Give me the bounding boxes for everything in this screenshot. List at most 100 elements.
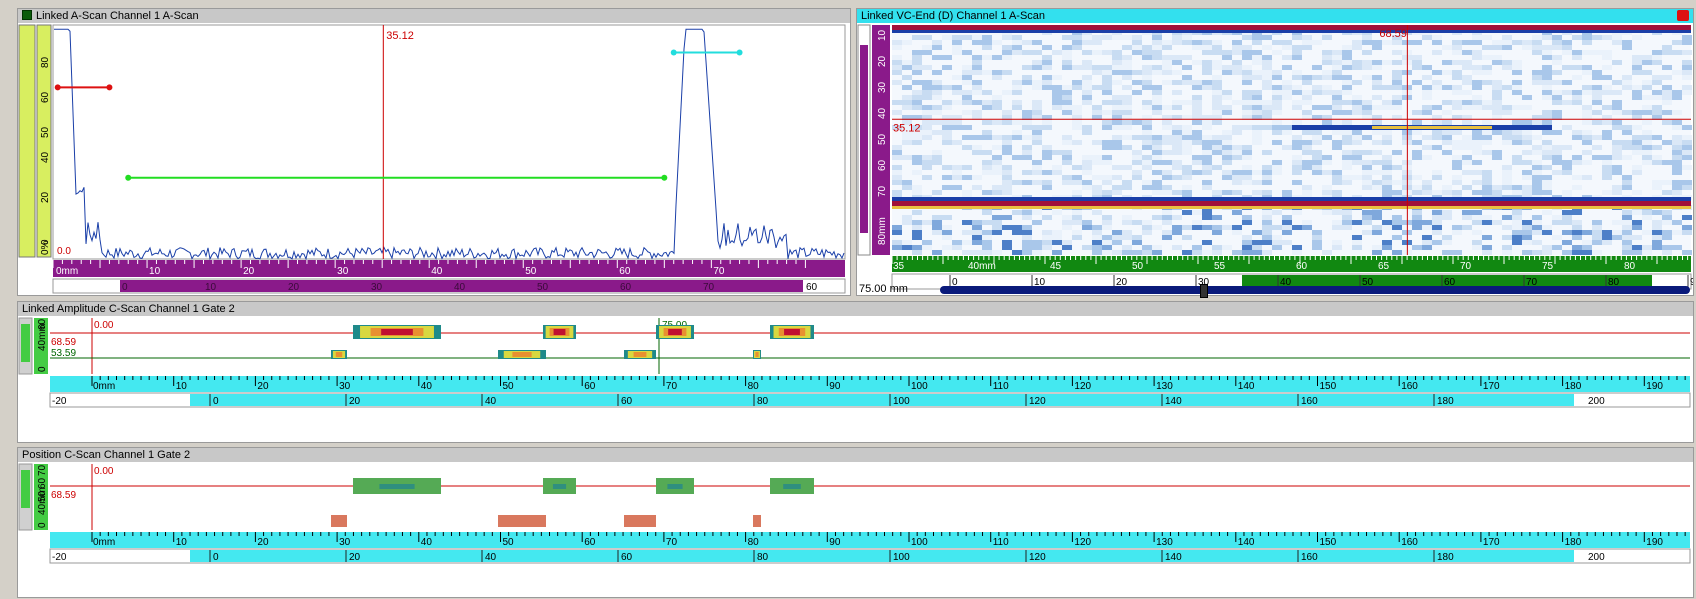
vcend-pixel <box>1602 160 1612 165</box>
gate-green-end-handle[interactable] <box>661 174 668 181</box>
indication-peak <box>784 329 800 335</box>
vcend-pixel <box>1642 155 1652 160</box>
gate-red-end-handle[interactable] <box>106 84 113 91</box>
vcend-pixel <box>1142 130 1152 135</box>
vcend-pixel <box>1332 220 1342 225</box>
vcend-pixel <box>1462 60 1472 65</box>
vcend-pixel <box>1332 175 1342 180</box>
pos-cscan-panel[interactable]: Position C-Scan Channel 1 Gate 2 70 60 50 4… <box>17 447 1694 598</box>
cscan-ruler-tick-label: 40 <box>421 381 433 392</box>
close-icon[interactable] <box>1677 10 1689 21</box>
vcend-pixel <box>1202 165 1212 170</box>
ascan-panel[interactable]: Linked A-Scan Channel 1 A-Scan 80 60 50 40 2… <box>17 8 851 296</box>
vcend-pixel <box>1012 230 1022 235</box>
vcend-pixel <box>1272 160 1282 165</box>
cscan-ruler-tick-label: 90 <box>829 381 841 392</box>
vcend-pixel <box>1342 75 1352 80</box>
vcend-pixel <box>1322 190 1332 195</box>
vcend-pixel <box>1232 45 1242 50</box>
vcend-pixel <box>1492 60 1502 65</box>
vcend-pixel <box>902 95 912 100</box>
vcend-pixel <box>1632 250 1642 255</box>
vcend-pixel <box>942 55 952 60</box>
vcend-pixel <box>1032 50 1042 55</box>
vcend-pixel <box>1412 110 1422 115</box>
ascan-ruler[interactable] <box>53 260 845 277</box>
vcend-pixel <box>1102 140 1112 145</box>
vcend-green-ruler[interactable] <box>892 256 1691 272</box>
vcend-image[interactable] <box>892 25 1692 255</box>
vcend-scroll-thumb[interactable] <box>860 45 868 233</box>
vcend-pixel <box>1242 35 1252 40</box>
vcend-pixel <box>1002 240 1012 245</box>
vcend-pixel <box>1282 230 1292 235</box>
vcend-pixel <box>1452 75 1462 80</box>
vcend-pixel <box>1622 45 1632 50</box>
vcend-pixel <box>1182 40 1192 45</box>
vcend-pixel <box>1152 135 1162 140</box>
vcend-pixel <box>1352 40 1362 45</box>
cscan-sub-ruler-bar[interactable] <box>190 394 1574 406</box>
gate-cyan-end-handle[interactable] <box>736 49 743 56</box>
vcend-pixel <box>1222 90 1232 95</box>
cscan-gain-bar[interactable] <box>21 470 30 508</box>
vcend-panel[interactable]: Linked VC-End (D) Channel 1 A-Scan 10 20 3… <box>856 8 1694 298</box>
sub-ruler-tick-label: 30 <box>371 282 383 293</box>
vcend-pixel <box>1192 120 1202 125</box>
vcend-pixel <box>1562 45 1572 50</box>
vcend-pixel <box>1342 130 1352 135</box>
vcend-pixel <box>1432 175 1442 180</box>
vcend-pixel <box>1062 155 1072 160</box>
vcend-pixel <box>1232 40 1242 45</box>
vcend-pixel <box>1202 225 1212 230</box>
amp-cscan-plot[interactable]: 6040mm00.0068.5953.5975.000mm10203040506… <box>18 316 1693 442</box>
vcend-plot[interactable]: 1020304050607080mm 68.59 35.12 40mm 45 50 5… <box>857 23 1693 295</box>
vcend-pixel <box>1202 170 1212 175</box>
vcend-pixel <box>1242 165 1252 170</box>
vcend-pixel <box>1212 145 1222 150</box>
cscan-sub-ruler-bar[interactable] <box>190 550 1574 562</box>
vcend-pixel <box>1312 230 1322 235</box>
vcend-pixel <box>1532 50 1542 55</box>
vcend-pixel <box>1132 35 1142 40</box>
vcend-pixel <box>952 120 962 125</box>
cscan-gain-bar[interactable] <box>21 324 30 362</box>
vcend-pixel <box>1052 250 1062 255</box>
vcend-pixel <box>1022 245 1032 250</box>
vcend-pixel <box>982 210 992 215</box>
vcend-pixel <box>1002 135 1012 140</box>
vcend-horizontal-scrollbar[interactable] <box>940 284 1690 298</box>
vcend-pixel <box>1412 175 1422 180</box>
vcend-pixel <box>1372 45 1382 50</box>
vcend-pixel <box>1102 190 1112 195</box>
gate-red-start-handle[interactable] <box>54 84 61 91</box>
vcend-pixel <box>1542 90 1552 95</box>
vcend-pixel <box>1672 125 1682 130</box>
pos-cscan-plot[interactable]: 70605040mm00.0068.590mm 10 20 30 40 50 60 70 80 9… <box>18 462 1693 597</box>
vcend-pixel <box>1092 225 1102 230</box>
vcend-pixel <box>1192 85 1202 90</box>
ascan-plot[interactable]: 806050402000% 35.12 0.0 10 20 30 40 50 60 70 0… <box>18 23 850 295</box>
vcend-pixel <box>1522 135 1532 140</box>
vcend-pixel <box>1652 240 1662 245</box>
vcend-pixel <box>1322 160 1332 165</box>
vcend-scrollbar-thumb[interactable] <box>1200 284 1209 298</box>
gate-cyan-start-handle[interactable] <box>670 49 677 56</box>
vcend-pixel <box>1362 210 1372 215</box>
vcend-pixel <box>1102 175 1112 180</box>
vcend-pixel <box>1062 50 1072 55</box>
vcend-pixel <box>912 90 922 95</box>
vcend-pixel <box>1242 45 1252 50</box>
vcend-pixel <box>1642 110 1652 115</box>
vcend-pixel <box>1532 75 1542 80</box>
vcend-pixel <box>1342 50 1352 55</box>
gain-gauge[interactable] <box>18 24 36 258</box>
vcend-pixel <box>992 250 1002 255</box>
gate-green-start-handle[interactable] <box>125 174 132 181</box>
vcend-pixel <box>1352 245 1362 250</box>
amp-cscan-panel[interactable]: Linked Amplitude C-Scan Channel 1 Gate 2… <box>17 301 1694 443</box>
vcend-pixel <box>1432 70 1442 75</box>
vcend-pixel <box>992 100 1002 105</box>
vcend-pixel <box>1162 40 1172 45</box>
vcend-pixel <box>1342 215 1352 220</box>
